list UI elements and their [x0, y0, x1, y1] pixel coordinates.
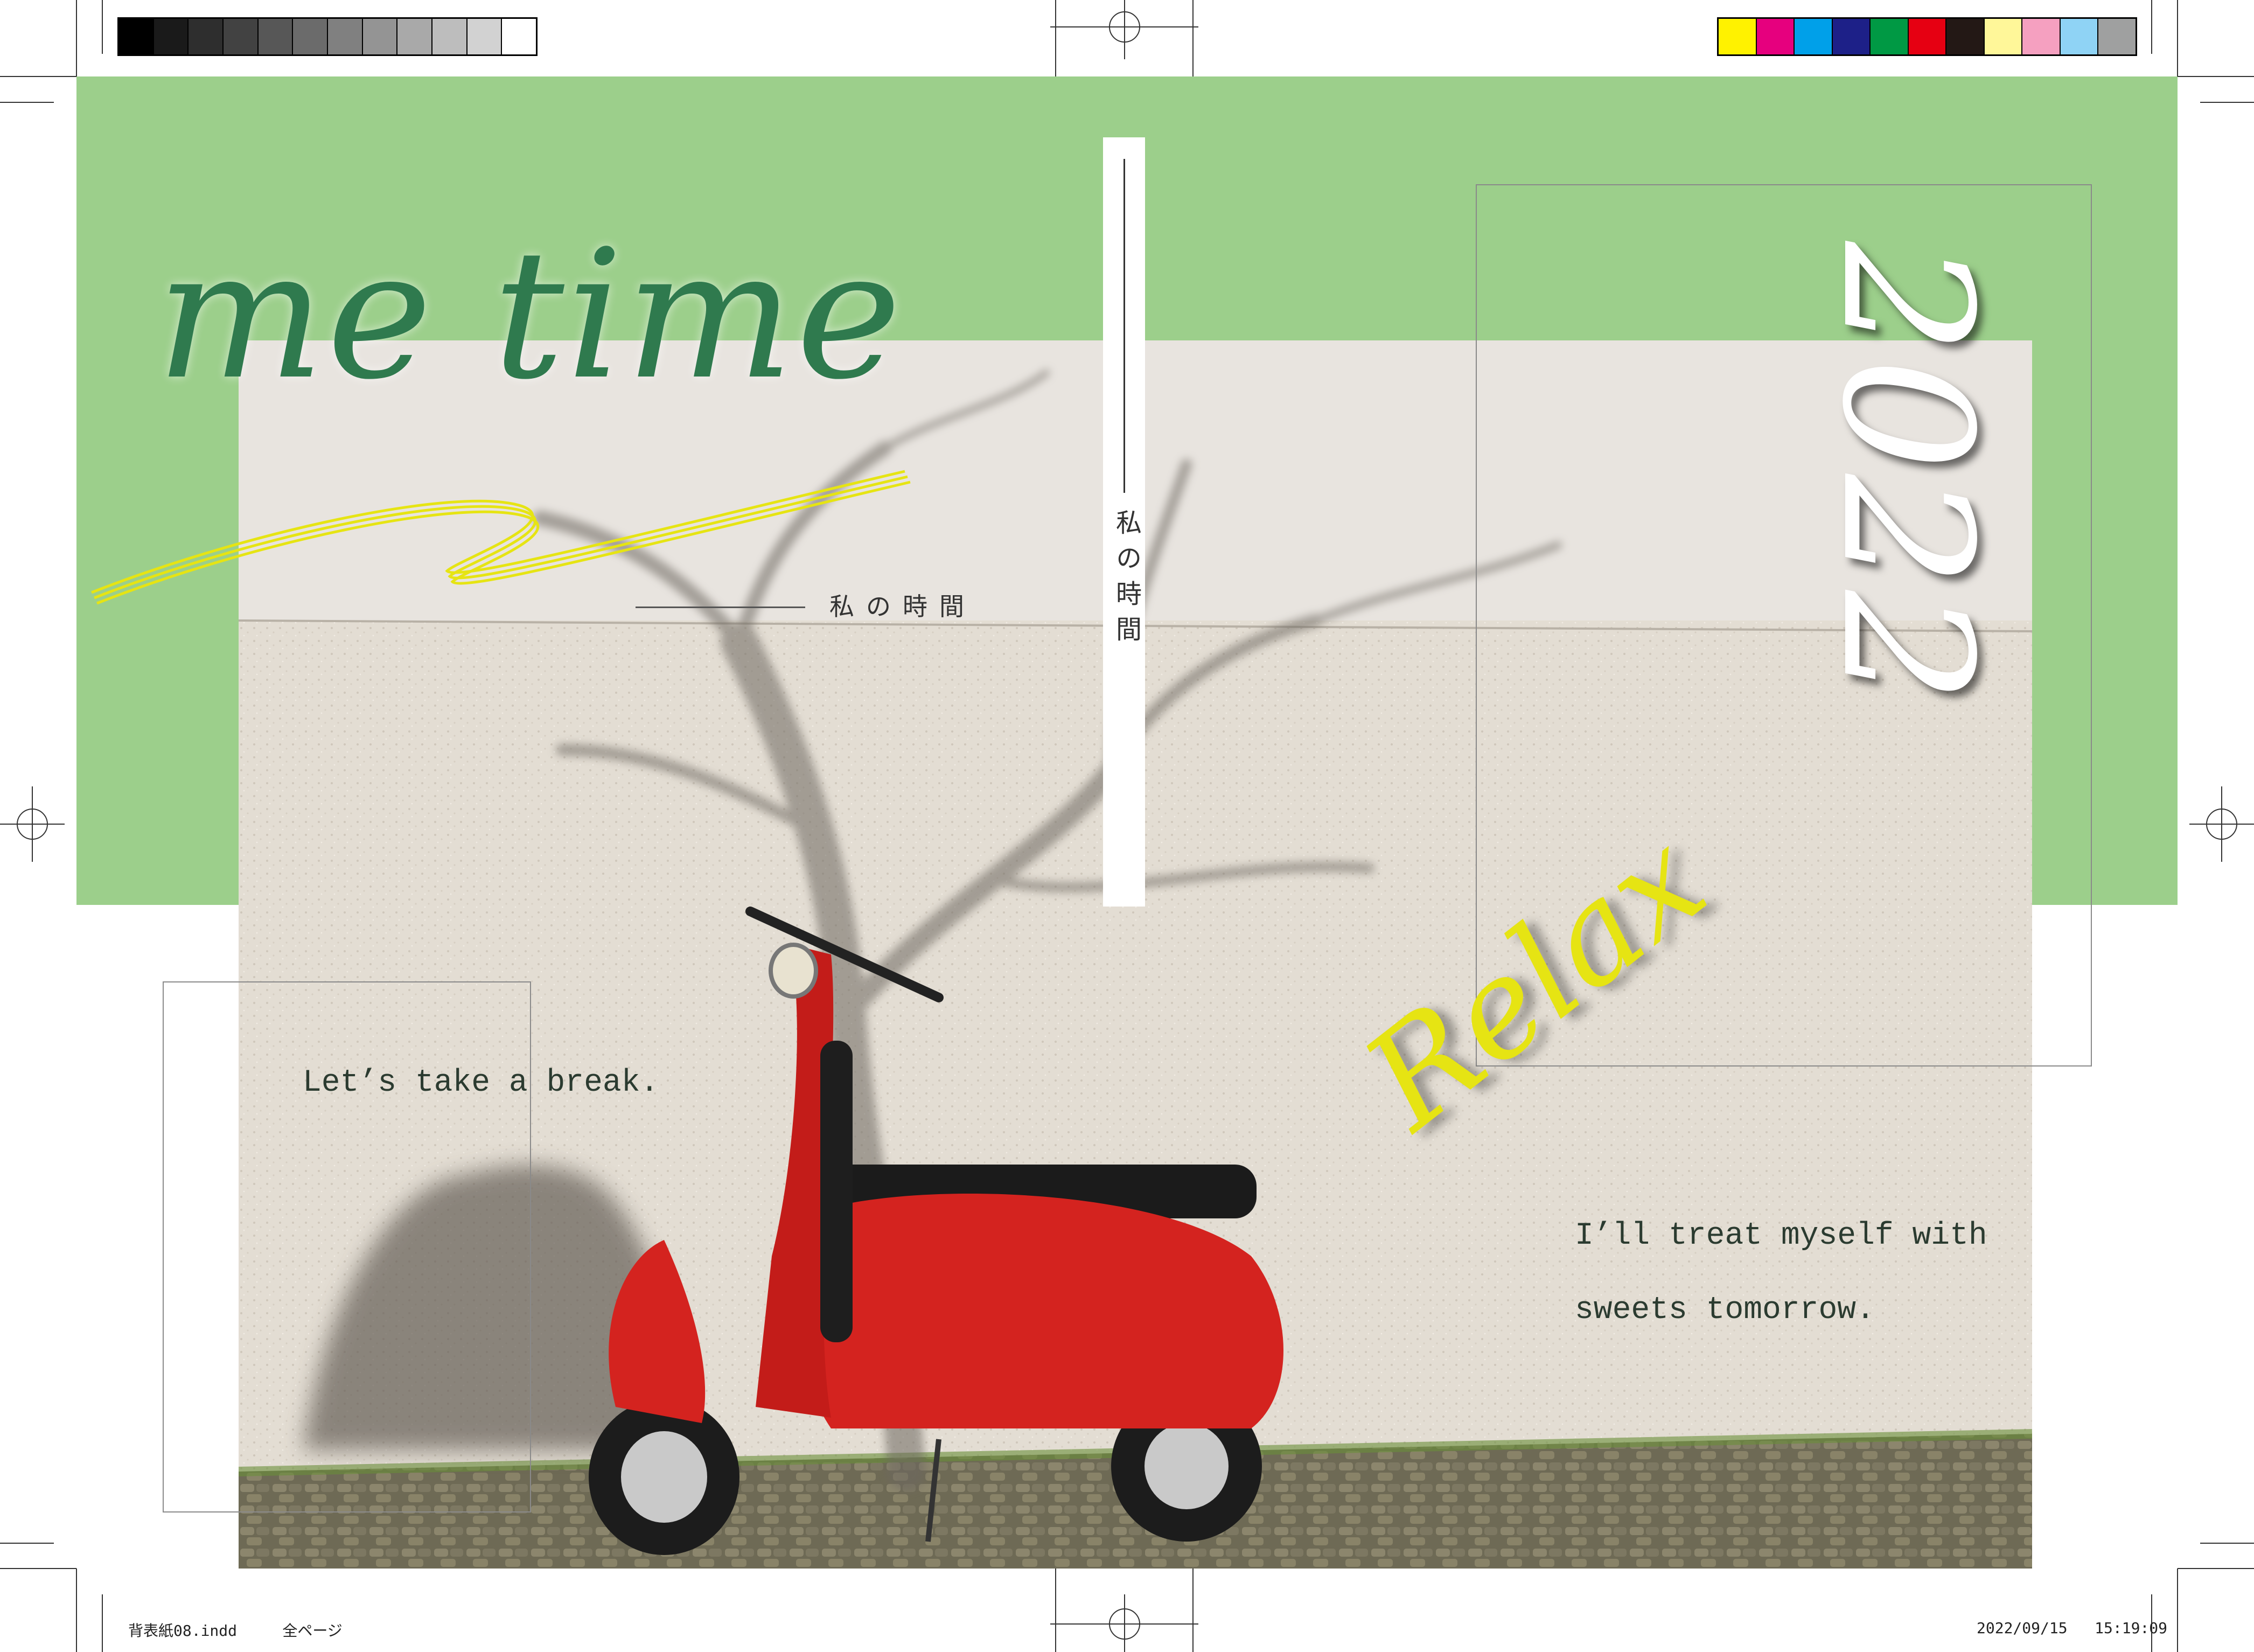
gray-swatch [397, 19, 433, 54]
color-control-strip [1717, 17, 2137, 56]
color-swatch [1832, 19, 1871, 54]
slug-date-info: 2022/09/15 15:19:09 [1977, 1619, 2167, 1637]
cover-title: me time [156, 212, 904, 419]
gray-swatch [467, 19, 503, 54]
gray-swatch [362, 19, 398, 54]
color-swatch [1756, 19, 1795, 54]
spine: 私の時間 [1103, 137, 1145, 907]
slug-file-name: 背表紙08.indd [128, 1622, 238, 1640]
gray-swatch [293, 19, 329, 54]
gray-swatch [328, 19, 363, 54]
tagline-right-line1: I’ll treat myself with [1575, 1218, 1987, 1253]
slug-pages: 全ページ [282, 1622, 343, 1640]
gray-control-strip [117, 17, 538, 56]
cover-year: 2022 [1803, 241, 2010, 707]
gray-swatch [153, 19, 189, 54]
color-swatch [2060, 19, 2099, 54]
spine-rule-top [1123, 159, 1125, 493]
slug-date: 2022/09/15 [1977, 1619, 2068, 1637]
color-swatch [2022, 19, 2061, 54]
spine-title: 私の時間 [1111, 509, 1141, 651]
frame-left [163, 981, 531, 1512]
color-swatch [1908, 19, 1947, 54]
color-swatch [1719, 19, 1757, 54]
subtitle-rule [636, 607, 805, 608]
gray-swatch [119, 19, 154, 54]
cover-subtitle: 私の時間 [829, 592, 976, 621]
gray-swatch [502, 19, 536, 54]
color-swatch [1795, 19, 1833, 54]
tagline-left: Let’s take a break. [303, 1065, 659, 1100]
gray-swatch [189, 19, 224, 54]
gray-swatch [224, 19, 259, 54]
tagline-right-line2: sweets tomorrow. [1575, 1293, 1875, 1328]
gray-swatch [258, 19, 294, 54]
slug-file-info: 背表紙08.indd 全ページ [128, 1619, 343, 1641]
color-swatch [1871, 19, 1909, 54]
slug-time: 15:19:09 [2095, 1619, 2168, 1637]
color-swatch [2098, 19, 2136, 54]
yellow-swoosh [91, 470, 911, 605]
color-swatch [1946, 19, 1985, 54]
gray-swatch [432, 19, 467, 54]
color-swatch [1984, 19, 2023, 54]
